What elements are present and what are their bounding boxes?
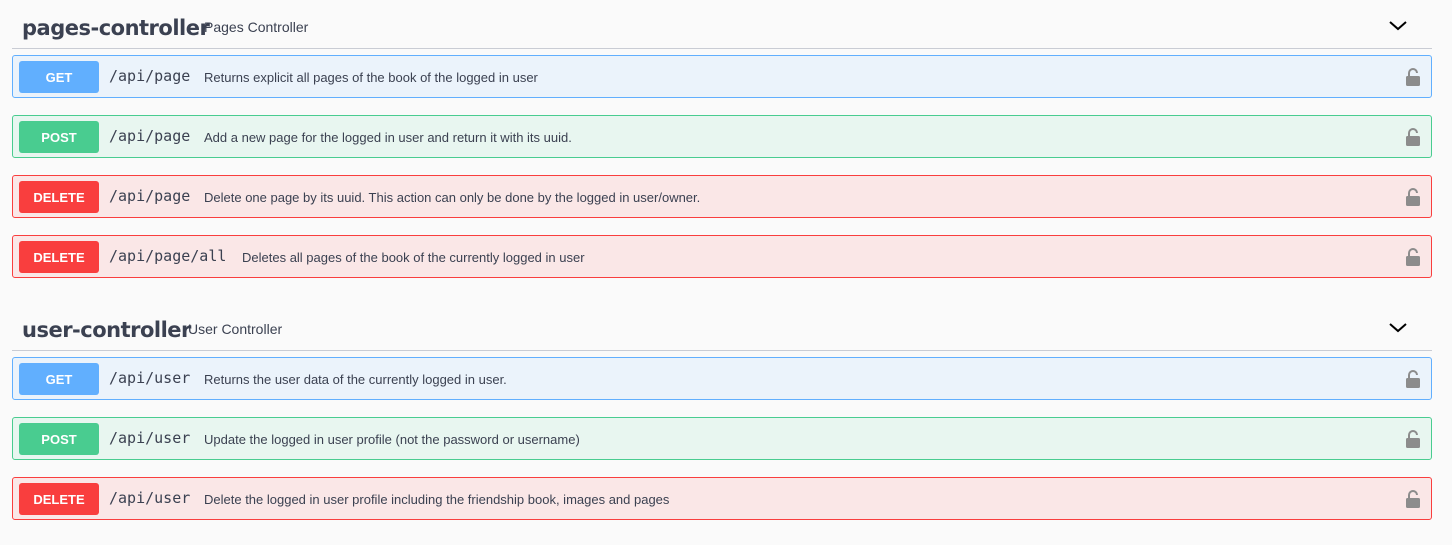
lock-icon[interactable]	[1405, 67, 1421, 87]
tag-name: pages-controller	[22, 16, 210, 40]
operation-path: /api/page/all	[109, 247, 227, 265]
tag-section-pages-controller: pages-controller Pages Controller GET /a…	[12, 6, 1432, 295]
method-badge: GET	[19, 363, 99, 395]
tag-description: User Controller	[188, 321, 283, 337]
operation-path: /api/user	[109, 489, 191, 507]
method-badge: POST	[19, 121, 99, 153]
tag-header-user-controller[interactable]: user-controller User Controller	[12, 308, 1432, 351]
operation-summary: Add a new page for the logged in user an…	[204, 130, 572, 145]
operation-summary: Delete one page by its uuid. This action…	[204, 190, 701, 205]
tag-section-user-controller: user-controller User Controller GET /api…	[12, 308, 1432, 537]
operation-delete-api-page-all[interactable]: DELETE /api/page/all Deletes all pages o…	[12, 235, 1432, 278]
operation-path: /api/page	[109, 67, 191, 85]
lock-icon[interactable]	[1405, 187, 1421, 207]
operation-delete-api-user[interactable]: DELETE /api/user Delete the logged in us…	[12, 477, 1432, 520]
operation-summary: Update the logged in user profile (not t…	[204, 432, 580, 447]
operation-summary: Returns explicit all pages of the book o…	[204, 70, 538, 85]
operation-path: /api/user	[109, 429, 191, 447]
tag-header-pages-controller[interactable]: pages-controller Pages Controller	[12, 6, 1432, 49]
method-badge: GET	[19, 61, 99, 93]
operation-summary: Deletes all pages of the book of the cur…	[242, 250, 585, 265]
tag-description: Pages Controller	[204, 19, 309, 35]
method-badge: DELETE	[19, 483, 99, 515]
method-badge: DELETE	[19, 241, 99, 273]
lock-icon[interactable]	[1405, 127, 1421, 147]
tag-name: user-controller	[22, 318, 191, 342]
lock-icon[interactable]	[1405, 489, 1421, 509]
operation-post-api-user[interactable]: POST /api/user Update the logged in user…	[12, 417, 1432, 460]
chevron-down-icon[interactable]	[1386, 16, 1410, 34]
operation-summary: Returns the user data of the currently l…	[204, 372, 507, 387]
chevron-down-icon[interactable]	[1386, 318, 1410, 336]
operation-summary: Delete the logged in user profile includ…	[204, 492, 670, 507]
method-badge: POST	[19, 423, 99, 455]
operation-path: /api/user	[109, 369, 191, 387]
lock-icon[interactable]	[1405, 369, 1421, 389]
method-badge: DELETE	[19, 181, 99, 213]
operation-get-api-user[interactable]: GET /api/user Returns the user data of t…	[12, 357, 1432, 400]
lock-icon[interactable]	[1405, 247, 1421, 267]
operation-post-api-page[interactable]: POST /api/page Add a new page for the lo…	[12, 115, 1432, 158]
lock-icon[interactable]	[1405, 429, 1421, 449]
operation-path: /api/page	[109, 187, 191, 205]
operation-get-api-page[interactable]: GET /api/page Returns explicit all pages…	[12, 55, 1432, 98]
operation-delete-api-page[interactable]: DELETE /api/page Delete one page by its …	[12, 175, 1432, 218]
operation-path: /api/page	[109, 127, 191, 145]
